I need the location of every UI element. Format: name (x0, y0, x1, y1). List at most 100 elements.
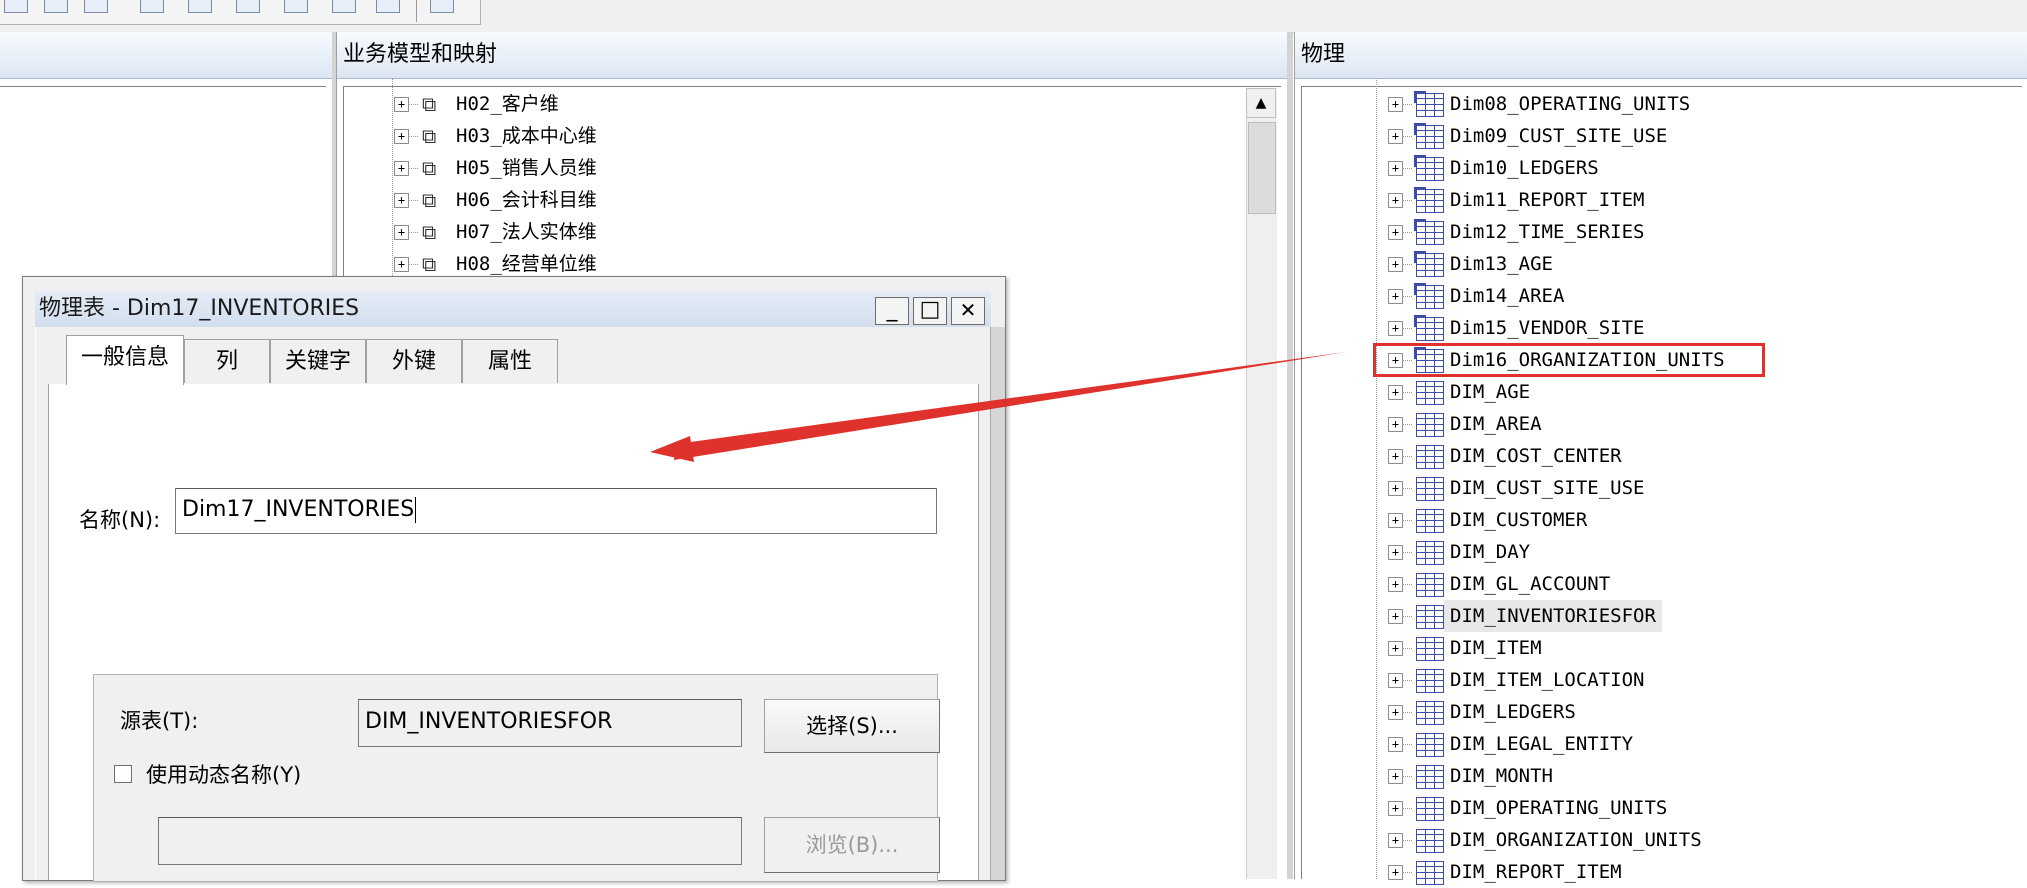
physical-tree-item[interactable]: + Dim15_VENDOR_SITE (1388, 312, 1908, 344)
physical-tree-item[interactable]: + DIM_ITEM (1388, 632, 1908, 664)
expand-plus-icon[interactable]: + (1388, 833, 1403, 848)
tree-guide-line (1402, 552, 1412, 553)
physical-tree-item[interactable]: + DIM_INVENTORIESFOR (1388, 600, 1908, 632)
expand-plus-icon[interactable]: + (1388, 801, 1403, 816)
physical-tree-item[interactable]: + DIM_COST_CENTER (1388, 440, 1908, 472)
tab-foreign-keys[interactable]: 外键 (366, 339, 462, 383)
name-label: 名称(N): (79, 508, 161, 532)
expand-plus-icon[interactable]: + (1388, 481, 1403, 496)
tab-general[interactable]: 一般信息 (66, 335, 184, 385)
expand-plus-icon[interactable]: + (1388, 641, 1403, 656)
general-tab-panel: 名称(N): Dim17_INVENTORIES 源表(T): DIM_INVE… (48, 384, 979, 882)
expand-plus-icon[interactable]: + (394, 225, 409, 240)
physical-tree-item[interactable]: + DIM_AGE (1388, 376, 1908, 408)
tab-keys[interactable]: 关键字 (270, 339, 366, 383)
expand-plus-icon[interactable]: + (1388, 129, 1403, 144)
physical-tree-item[interactable]: + Dim13_AGE (1388, 248, 1908, 280)
expand-plus-icon[interactable]: + (1388, 609, 1403, 624)
toolbar-paste-icon[interactable] (376, 0, 400, 13)
expand-plus-icon[interactable]: + (1388, 769, 1403, 784)
expand-plus-icon[interactable]: + (1388, 257, 1403, 272)
tree-guide-line (1402, 872, 1412, 873)
expand-plus-icon[interactable]: + (1388, 513, 1403, 528)
expand-plus-icon[interactable]: + (1388, 161, 1403, 176)
physical-tree-item[interactable]: + DIM_LEGAL_ENTITY (1388, 728, 1908, 760)
toolbar-copy-icon[interactable] (332, 0, 356, 13)
physical-tree-item[interactable]: + DIM_CUST_SITE_USE (1388, 472, 1908, 504)
business-tree-item[interactable]: + ⧉ H05_销售人员维 (394, 152, 914, 184)
physical-tree-item[interactable]: + DIM_ITEM_LOCATION (1388, 664, 1908, 696)
expand-plus-icon[interactable]: + (1388, 705, 1403, 720)
physical-tree-item[interactable]: + DIM_REPORT_ITEM (1388, 856, 1908, 888)
physical-tree-item[interactable]: + DIM_DAY (1388, 536, 1908, 568)
scroll-up-arrow-icon[interactable]: ▲ (1246, 88, 1276, 118)
physical-tree-item[interactable]: + DIM_OPERATING_UNITS (1388, 792, 1908, 824)
presentation-panel-header (0, 32, 332, 79)
physical-tree-item[interactable]: + Dim08_OPERATING_UNITS (1388, 88, 1908, 120)
expand-plus-icon[interactable]: + (1388, 417, 1403, 432)
business-tree-item[interactable]: + ⧉ H03_成本中心维 (394, 120, 914, 152)
tree-item-label: Dim13_AGE (1450, 253, 1553, 275)
business-tree-item[interactable]: + ⧉ H06_会计科目维 (394, 184, 914, 216)
expand-plus-icon[interactable]: + (394, 193, 409, 208)
toolbar-back-icon[interactable] (44, 0, 68, 13)
dialog-titlebar[interactable]: 物理表 - Dim17_INVENTORIES _ □ ✕ (35, 291, 991, 327)
tab-columns[interactable]: 列 (184, 339, 270, 383)
physical-tree-item[interactable]: + Dim10_LEDGERS (1388, 152, 1908, 184)
toolbar-query-icon[interactable] (430, 0, 454, 13)
expand-plus-icon[interactable]: + (1388, 737, 1403, 752)
annotation-highlight-box (1373, 343, 1765, 377)
scroll-thumb[interactable] (1248, 122, 1276, 214)
close-button[interactable]: ✕ (951, 297, 985, 325)
expand-plus-icon[interactable]: + (394, 97, 409, 112)
tree-guide-line (1402, 424, 1412, 425)
expand-plus-icon[interactable]: + (1388, 289, 1403, 304)
toolbar-table-icon[interactable] (4, 0, 28, 13)
expand-plus-icon[interactable]: + (1388, 545, 1403, 560)
minimize-button[interactable]: _ (875, 297, 909, 325)
expand-plus-icon[interactable]: + (1388, 321, 1403, 336)
physical-tree-item[interactable]: + DIM_AREA (1388, 408, 1908, 440)
alias-table-icon (1414, 155, 1444, 181)
expand-plus-icon[interactable]: + (1388, 577, 1403, 592)
expand-plus-icon[interactable]: + (1388, 225, 1403, 240)
physical-tree-item[interactable]: + Dim14_AREA (1388, 280, 1908, 312)
expand-plus-icon[interactable]: + (1388, 865, 1403, 880)
toolbar-fit-icon[interactable] (284, 0, 308, 13)
tree-item-label: DIM_ORGANIZATION_UNITS (1450, 829, 1702, 851)
toolbar-zoom-out-icon[interactable] (236, 0, 260, 13)
toolbar-zoom-in-icon[interactable] (188, 0, 212, 13)
expand-plus-icon[interactable]: + (1388, 97, 1403, 112)
select-button[interactable]: 选择(S)... (764, 699, 940, 753)
physical-tree-item[interactable]: + DIM_MONTH (1388, 760, 1908, 792)
tree-item-label: H05_销售人员维 (456, 157, 597, 179)
physical-tree-item[interactable]: + Dim12_TIME_SERIES (1388, 216, 1908, 248)
physical-tree-item[interactable]: + DIM_ORGANIZATION_UNITS (1388, 824, 1908, 856)
physical-tree-item[interactable]: + DIM_LEDGERS (1388, 696, 1908, 728)
toolbar-properties-icon[interactable] (140, 0, 164, 13)
physical-tree-item[interactable]: + DIM_GL_ACCOUNT (1388, 568, 1908, 600)
dynamic-name-checkbox[interactable] (114, 765, 132, 783)
tree-guide-line (1376, 78, 1377, 879)
physical-table-icon (1416, 669, 1444, 693)
expand-plus-icon[interactable]: + (1388, 193, 1403, 208)
name-input[interactable]: Dim17_INVENTORIES (175, 488, 937, 534)
business-tree-item[interactable]: + ⧉ H02_客户维 (394, 88, 914, 120)
toolbar-forward-icon[interactable] (84, 0, 108, 13)
tree-guide-line (1402, 616, 1412, 617)
physical-tree-item[interactable]: + Dim09_CUST_SITE_USE (1388, 120, 1908, 152)
physical-tree-item[interactable]: + DIM_CUSTOMER (1388, 504, 1908, 536)
tab-properties[interactable]: 属性 (462, 339, 558, 383)
maximize-button[interactable]: □ (913, 297, 947, 325)
physical-tree-item[interactable]: + Dim11_REPORT_ITEM (1388, 184, 1908, 216)
tree-item-label: Dim09_CUST_SITE_USE (1450, 125, 1668, 147)
expand-plus-icon[interactable]: + (394, 257, 409, 272)
browse-button[interactable]: 浏览(B)... (764, 817, 940, 873)
alias-table-icon (1414, 283, 1444, 309)
expand-plus-icon[interactable]: + (1388, 449, 1403, 464)
expand-plus-icon[interactable]: + (1388, 385, 1403, 400)
expand-plus-icon[interactable]: + (394, 129, 409, 144)
expand-plus-icon[interactable]: + (394, 161, 409, 176)
expand-plus-icon[interactable]: + (1388, 673, 1403, 688)
business-tree-item[interactable]: + ⧉ H07_法人实体维 (394, 216, 914, 248)
